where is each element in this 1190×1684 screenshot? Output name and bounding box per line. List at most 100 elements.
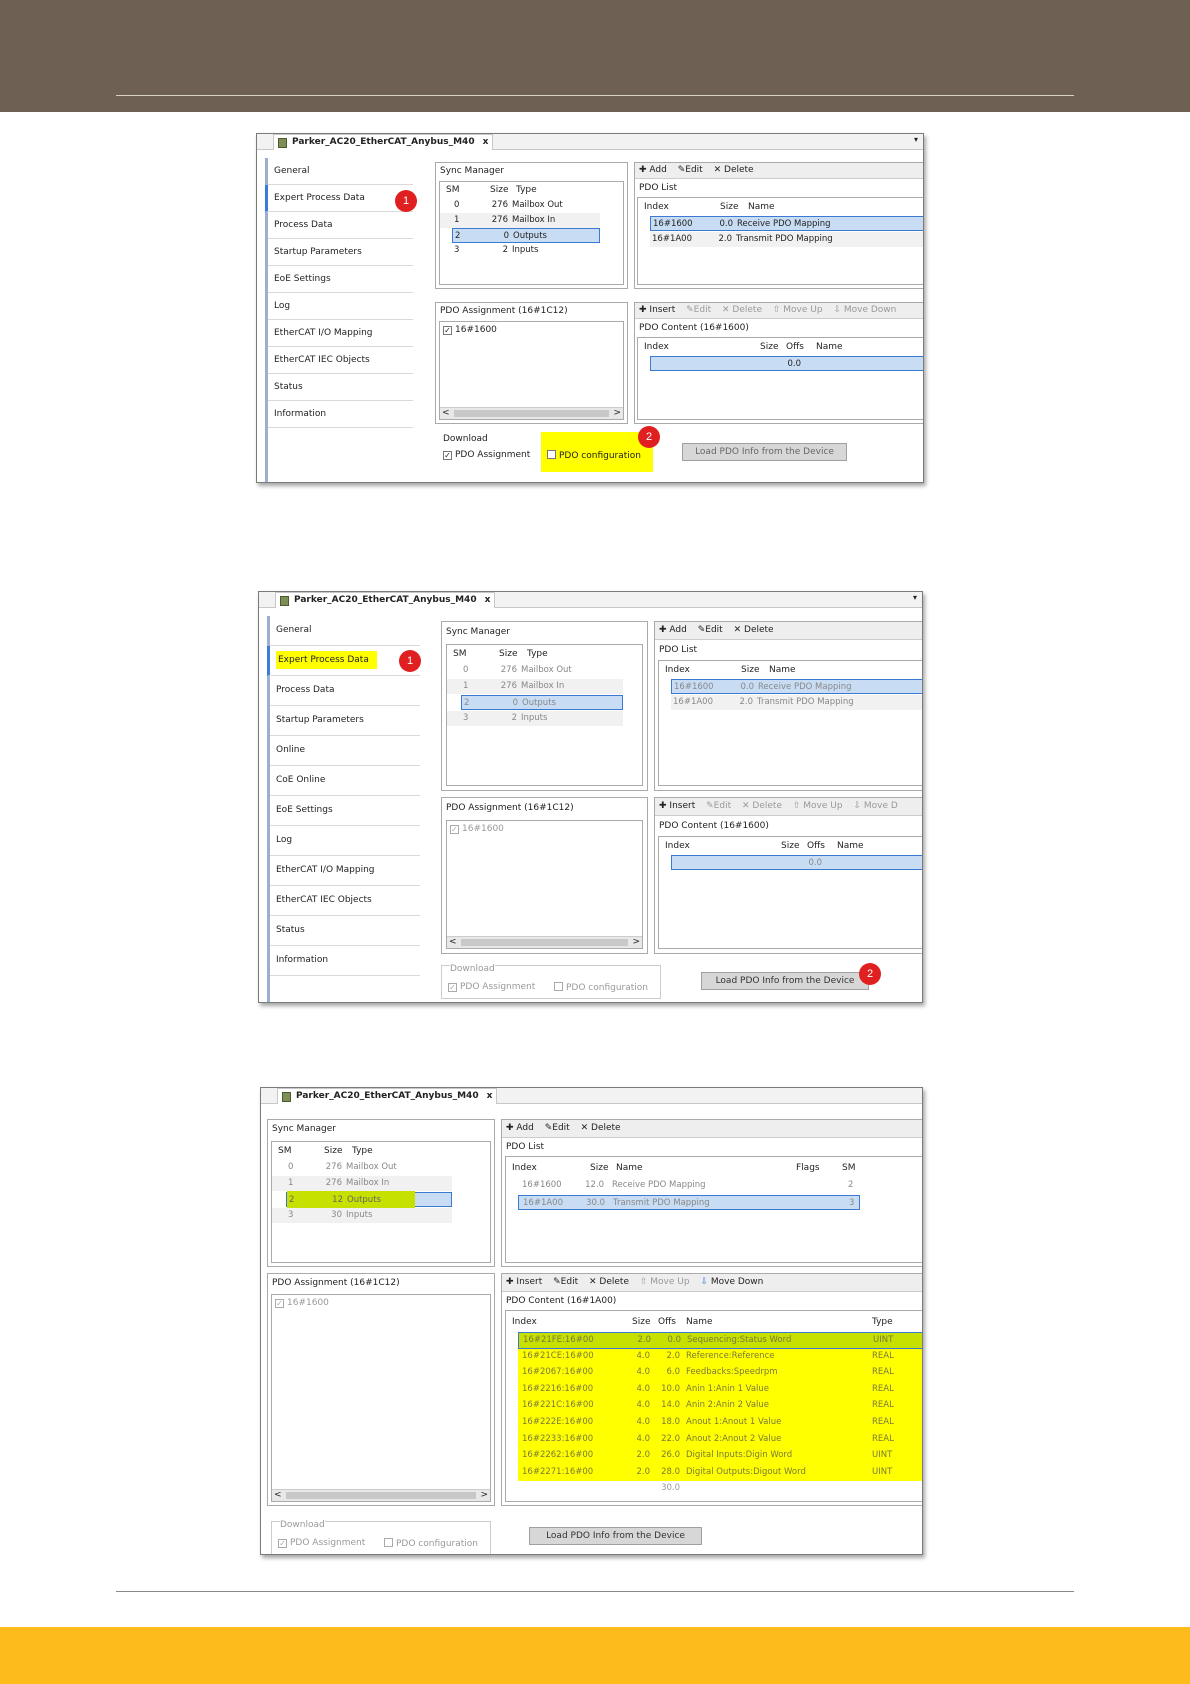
- pdo-configuration-checkbox[interactable]: PDO configuration: [384, 1538, 478, 1549]
- table-row[interactable]: 1 276 Mailbox In: [447, 679, 623, 694]
- horizontal-scrollbar[interactable]: < >: [440, 407, 623, 419]
- delete-button[interactable]: ✕ Delete: [589, 1277, 629, 1287]
- table-row[interactable]: 16#2271:16#00 2.0 28.0 Digital Outputs:Digo…: [518, 1464, 922, 1482]
- move-down-button[interactable]: ⇩ Move Down: [833, 305, 896, 315]
- checkbox-checked[interactable]: ✓: [278, 1539, 287, 1548]
- table-row-selected[interactable]: 16#1600 0.0 Receive PDO Mapping: [650, 216, 923, 231]
- table-row[interactable]: 16#2233:16#00 4.0 22.0 Anout 2:Anout 2 Valu…: [518, 1431, 922, 1449]
- add-button[interactable]: ✚ Add: [639, 165, 667, 175]
- table-row[interactable]: 3 2 Inputs: [447, 711, 623, 726]
- sidebar-item-log[interactable]: Log: [268, 293, 413, 320]
- move-up-button[interactable]: ⇧ Move Up: [773, 305, 823, 315]
- load-pdo-info-button[interactable]: Load PDO Info from the Device: [682, 443, 847, 461]
- delete-button[interactable]: ✕ Delete: [714, 165, 754, 175]
- document-tab[interactable]: Parker_AC20_EtherCAT_Anybus_M40 x: [275, 592, 496, 608]
- scroll-left-icon[interactable]: <: [274, 1490, 282, 1500]
- sidebar-item-log[interactable]: Log: [270, 826, 420, 856]
- pdo-assignment-checkbox[interactable]: ✓ PDO Assignment: [443, 450, 530, 460]
- table-row[interactable]: 16#2216:16#00 4.0 10.0 Anin 1:Anin 1 Value R…: [518, 1381, 922, 1399]
- document-tab[interactable]: Parker_AC20_EtherCAT_Anybus_M40 x: [273, 134, 494, 150]
- checkbox-checked[interactable]: ✓: [448, 983, 457, 992]
- insert-button[interactable]: ✚ Insert: [659, 801, 695, 811]
- table-row-selected[interactable]: 2 12 Outputs: [286, 1191, 452, 1208]
- table-row[interactable]: 16#2262:16#00 2.0 26.0 Digital Inputs:Digin…: [518, 1448, 922, 1465]
- delete-button[interactable]: ✕ Delete: [742, 801, 782, 811]
- sidebar-item-ethercat-io-mapping[interactable]: EtherCAT I/O Mapping: [270, 856, 420, 886]
- scroll-thumb[interactable]: [454, 410, 609, 417]
- sidebar-item-process-data[interactable]: Process Data: [268, 212, 413, 239]
- checkbox-unchecked[interactable]: [547, 450, 556, 459]
- add-button[interactable]: ✚ Add: [659, 625, 687, 635]
- sidebar-item-eoe-settings[interactable]: EoE Settings: [268, 266, 413, 293]
- sidebar-item-ethercat-iec-objects[interactable]: EtherCAT IEC Objects: [268, 347, 413, 374]
- edit-button[interactable]: ✎Edit: [706, 801, 731, 811]
- table-row[interactable]: 16#21FE:16#00 2.0 0.0 Sequencing:Status Wor…: [518, 1332, 922, 1349]
- add-button[interactable]: ✚ Add: [506, 1123, 534, 1133]
- edit-button[interactable]: ✎Edit: [678, 165, 703, 175]
- table-row-selected[interactable]: 2 0 Outputs: [461, 695, 623, 710]
- sidebar-item-coe-online[interactable]: CoE Online: [270, 766, 420, 796]
- move-up-button[interactable]: ⇧ Move Up: [640, 1277, 690, 1287]
- pdo-assignment-checkbox[interactable]: ✓ PDO Assignment: [448, 982, 535, 992]
- insert-button[interactable]: ✚ Insert: [639, 305, 675, 315]
- scroll-left-icon[interactable]: <: [442, 408, 450, 418]
- table-row[interactable]: 16#221C:16#00 4.0 14.0 Anin 2:Anin 2 Value R…: [518, 1398, 922, 1415]
- close-icon[interactable]: x: [487, 1091, 493, 1101]
- table-row[interactable]: 3 30 Inputs: [272, 1208, 452, 1223]
- edit-button[interactable]: ✎Edit: [553, 1277, 578, 1287]
- sidebar-item-expert-process-data[interactable]: Expert Process Data: [267, 646, 420, 676]
- close-icon[interactable]: x: [485, 595, 491, 605]
- delete-button[interactable]: ✕ Delete: [722, 305, 762, 315]
- table-row-selected[interactable]: 0.0: [650, 356, 923, 371]
- sidebar-item-startup-parameters[interactable]: Startup Parameters: [270, 706, 420, 736]
- sidebar-item-startup-parameters[interactable]: Startup Parameters: [268, 239, 413, 266]
- sidebar-item-ethercat-io-mapping[interactable]: EtherCAT I/O Mapping: [268, 320, 413, 347]
- table-row[interactable]: 1 276 Mailbox In: [272, 1176, 452, 1191]
- table-row-selected[interactable]: 16#1600 0.0 Receive PDO Mapping: [671, 679, 922, 694]
- table-row[interactable]: 3 2 Inputs: [440, 243, 600, 258]
- insert-button[interactable]: ✚ Insert: [506, 1277, 542, 1287]
- delete-button[interactable]: ✕ Delete: [734, 625, 774, 635]
- move-down-button[interactable]: ⇩ Move Down: [700, 1277, 763, 1287]
- pdo-configuration-checkbox[interactable]: PDO configuration: [547, 450, 641, 461]
- sidebar-item-expert-process-data[interactable]: Expert Process Data: [265, 185, 413, 212]
- load-pdo-info-button[interactable]: Load PDO Info from the Device: [701, 972, 869, 990]
- dropdown-icon[interactable]: ▾: [914, 135, 918, 144]
- table-row-selected[interactable]: 0.0: [671, 855, 922, 870]
- checkbox-checked[interactable]: ✓: [443, 326, 452, 335]
- sidebar-item-information[interactable]: Information: [270, 946, 420, 976]
- table-row[interactable]: 16#1600 12.0 Receive PDO Mapping 2: [518, 1178, 858, 1193]
- sidebar-item-eoe-settings[interactable]: EoE Settings: [270, 796, 420, 826]
- sidebar-item-status[interactable]: Status: [268, 374, 413, 401]
- checkbox-checked[interactable]: ✓: [450, 825, 459, 834]
- sidebar-item-ethercat-iec-objects[interactable]: EtherCAT IEC Objects: [270, 886, 420, 916]
- edit-button[interactable]: ✎Edit: [545, 1123, 570, 1133]
- table-row[interactable]: 16#1A00 2.0 Transmit PDO Mapping: [650, 232, 923, 247]
- delete-button[interactable]: ✕ Delete: [581, 1123, 621, 1133]
- scroll-left-icon[interactable]: <: [449, 937, 457, 947]
- table-row[interactable]: 16#2067:16#00 4.0 6.0 Feedbacks:Speedrpm REA…: [518, 1365, 922, 1382]
- sidebar-item-information[interactable]: Information: [268, 401, 413, 428]
- close-icon[interactable]: x: [483, 137, 489, 147]
- sidebar-item-status[interactable]: Status: [270, 916, 420, 946]
- scroll-right-icon[interactable]: >: [613, 408, 621, 418]
- horizontal-scrollbar[interactable]: < >: [272, 1489, 490, 1501]
- scroll-right-icon[interactable]: >: [632, 937, 640, 947]
- pdo-assignment-checkbox[interactable]: ✓ PDO Assignment: [278, 1538, 365, 1548]
- table-row[interactable]: 0 276 Mailbox Out: [272, 1160, 452, 1175]
- table-row-selected[interactable]: 2 0 Outputs: [452, 228, 600, 243]
- sidebar-item-general[interactable]: General: [268, 158, 413, 185]
- table-row[interactable]: 0 276 Mailbox Out: [440, 198, 600, 213]
- table-row[interactable]: 1 276 Mailbox In: [440, 213, 600, 228]
- edit-button[interactable]: ✎Edit: [686, 305, 711, 315]
- edit-button[interactable]: ✎Edit: [698, 625, 723, 635]
- table-row[interactable]: 16#222E:16#00 4.0 18.0 Anout 1:Anout 1 Valu…: [518, 1415, 922, 1432]
- scroll-right-icon[interactable]: >: [480, 1490, 488, 1500]
- checkbox-unchecked[interactable]: [554, 982, 563, 991]
- list-item[interactable]: ✓ 16#1600: [443, 325, 497, 335]
- dropdown-icon[interactable]: ▾: [913, 593, 917, 602]
- list-item[interactable]: ✓ 16#1600: [450, 824, 504, 834]
- checkbox-checked[interactable]: ✓: [443, 451, 452, 460]
- move-up-button[interactable]: ⇧ Move Up: [793, 801, 843, 811]
- list-item[interactable]: ✓ 16#1600: [275, 1298, 329, 1308]
